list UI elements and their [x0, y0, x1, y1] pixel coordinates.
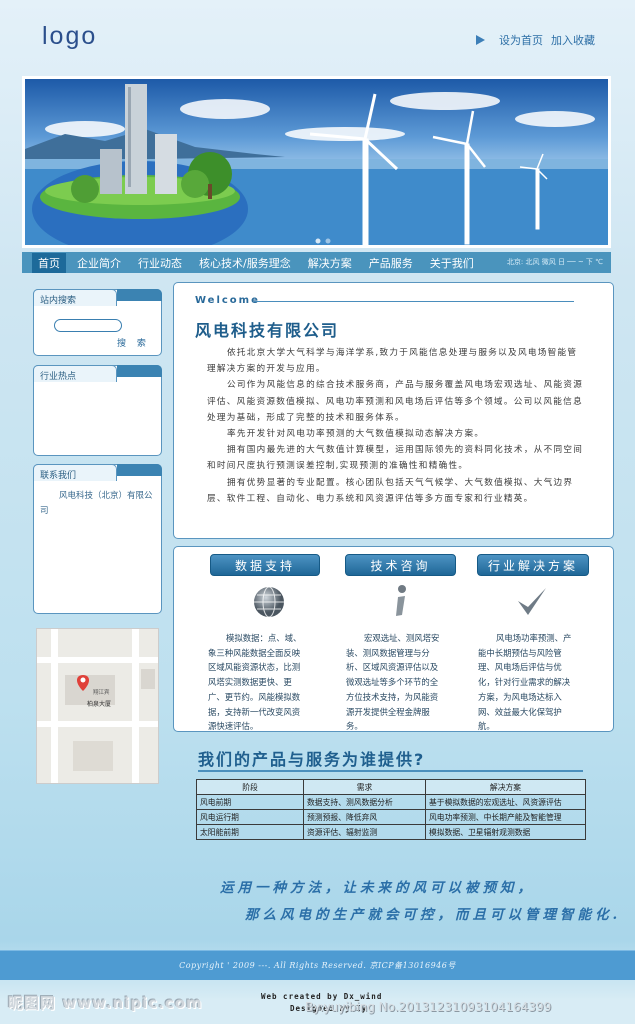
main-nav: 首页 企业简介 行业动态 核心技术/服务理念 解决方案 产品服务 关于我们 北京… — [22, 252, 611, 273]
weather-date-readout: 北京: 北风 微风 日 ── ~ 下 ℃ — [506, 258, 603, 266]
slogan-line-2: 那么风电的生产就会可控，而且可以管理智能化. — [245, 907, 622, 923]
globe-icon — [254, 586, 284, 618]
contact-company-name: 风电科技（北京）有限公司 — [40, 491, 153, 516]
hot-topics-panel: 行业热点 — [33, 365, 162, 456]
nav-item-company-intro[interactable]: 企业简介 — [71, 253, 127, 273]
search-button[interactable]: 搜 索 — [117, 336, 150, 349]
location-map[interactable]: 翔江宾 柏泉大厦 — [36, 628, 159, 784]
table-header-row: 阶段 需求 解决方案 — [196, 779, 586, 795]
table-cell: 基于模拟数据的宏观选址、风资源评估 — [425, 794, 586, 810]
footer-copyright: Copyright ' 2009 ---. All Rights Reserve… — [0, 950, 635, 980]
service-desc-consulting: 宏观选址、测风塔安装、测风数据管理与分析、区域风资源评估以及微观选址等多个环节的… — [346, 633, 440, 732]
table-cell: 模拟数据、卫星辐射观测数据 — [425, 824, 586, 840]
welcome-body: 依托北京大学大气科学与海洋学系,致力于风能信息处理与服务以及风电场智能管理解决方… — [207, 345, 587, 507]
search-panel-title: 站内搜索 — [33, 289, 117, 306]
company-name: 风电科技有限公司 — [195, 321, 340, 340]
table-cell: 风电运行期 — [196, 809, 304, 825]
service-desc-solutions: 风电场功率预测、产能中长期预估与风险管理、风电场后评估与优化，针对行业需求的解决… — [478, 633, 572, 732]
welcome-title: Welcome — [195, 295, 260, 306]
table-cell: 预测预报、降低弃风 — [303, 809, 426, 825]
welcome-paragraph: 拥有优势显著的专业配置。核心团队包括天气气候学、大气数值模拟、大气边界层、软件工… — [207, 477, 574, 504]
divider — [254, 301, 574, 302]
table-row: 太阳能前期 资源评估、辐射监测 模拟数据、卫星辐射观测数据 — [196, 824, 586, 840]
panel-title-bar — [117, 464, 162, 476]
search-panel: 站内搜索 搜 索 — [33, 289, 162, 356]
service-title-data-support[interactable]: 数据支持 — [210, 554, 320, 576]
service-title-consulting[interactable]: 技术咨询 — [345, 554, 456, 576]
table-cell: 风电前期 — [196, 794, 304, 810]
contact-panel: 联系我们 风电科技（北京）有限公司 — [33, 464, 162, 614]
checkmark-icon — [518, 588, 546, 615]
divider — [198, 770, 583, 772]
welcome-panel: Welcome 风电科技有限公司 依托北京大学大气科学与海洋学系,致力于风能信息… — [173, 282, 614, 539]
watermark-left: 昵图网 www.nipic.com — [8, 994, 203, 1012]
search-input[interactable] — [54, 319, 122, 332]
products-title: 我们的产品与服务为谁提供? — [198, 750, 426, 769]
nav-item-products[interactable]: 产品服务 — [363, 253, 419, 273]
top-links: 设为首页 加入收藏 — [476, 32, 595, 48]
table-row: 风电前期 数据支持、测风数据分析 基于模拟数据的宏观选址、风资源评估 — [196, 794, 586, 810]
table-cell: 资源评估、辐射监测 — [303, 824, 426, 840]
table-cell: 风电功率预测、中长期产能及智能管理 — [425, 809, 586, 825]
panel-title-bar — [117, 289, 162, 301]
set-homepage-link[interactable]: 设为首页 — [499, 32, 543, 48]
table-cell: 太阳能前期 — [196, 824, 304, 840]
nav-item-home[interactable]: 首页 — [32, 252, 66, 273]
slogan-line-1: 运用一种方法，让未来的风可以被预知， — [220, 880, 535, 896]
arrow-right-icon — [476, 35, 485, 45]
table-header: 阶段 — [196, 779, 304, 795]
map-label: 翔江宾 — [93, 690, 110, 696]
table-cell: 数据支持、测风数据分析 — [303, 794, 426, 810]
products-table: 阶段 需求 解决方案 风电前期 数据支持、测风数据分析 基于模拟数据的宏观选址、… — [196, 779, 586, 840]
map-label: 柏泉大厦 — [87, 701, 112, 708]
services-panel: 数据支持 技术咨询 行业解决方案 模拟数据：点、域、象三种风能数据全面反映区域风… — [173, 546, 614, 732]
site-logo[interactable]: logo — [42, 22, 97, 51]
hot-topics-title: 行业热点 — [33, 365, 117, 382]
watermark-right: By:yuyibing No.20131231093104164399 — [305, 1000, 552, 1014]
nav-item-about[interactable]: 关于我们 — [424, 253, 480, 273]
wind-farm-illustration — [25, 84, 608, 245]
service-desc-data-support: 模拟数据：点、域、象三种风能数据全面反映区域风能资源状态，比测风塔实测数据更快、… — [208, 633, 302, 732]
banner-image — [22, 76, 611, 248]
welcome-paragraph: 依托北京大学大气科学与海洋学系,致力于风能信息处理与服务以及风电场智能管理解决方… — [207, 348, 578, 375]
table-row: 风电运行期 预测预报、降低弃风 风电功率预测、中长期产能及智能管理 — [196, 809, 586, 825]
nav-item-solutions[interactable]: 解决方案 — [302, 253, 358, 273]
welcome-paragraph: 拥有国内最先进的大气数值计算模型，运用国际领先的资料同化技术，从不同空间和时间尺… — [207, 445, 584, 472]
nav-item-industry-news[interactable]: 行业动态 — [132, 253, 188, 273]
table-header: 需求 — [303, 779, 426, 795]
add-favorite-link[interactable]: 加入收藏 — [551, 32, 595, 48]
welcome-paragraph: 公司作为风能信息的综合技术服务商，产品与服务覆盖风电场宏观选址、风能资源评估、风… — [207, 380, 584, 423]
welcome-paragraph: 率先开发针对风电功率预测的大气数值模拟动态解决方案。 — [227, 429, 485, 440]
service-title-solutions[interactable]: 行业解决方案 — [477, 554, 589, 576]
contact-title: 联系我们 — [33, 464, 117, 481]
nav-item-core-tech[interactable]: 核心技术/服务理念 — [193, 253, 297, 273]
info-icon — [396, 585, 406, 616]
table-header: 解决方案 — [425, 779, 586, 795]
panel-title-bar — [117, 365, 162, 377]
